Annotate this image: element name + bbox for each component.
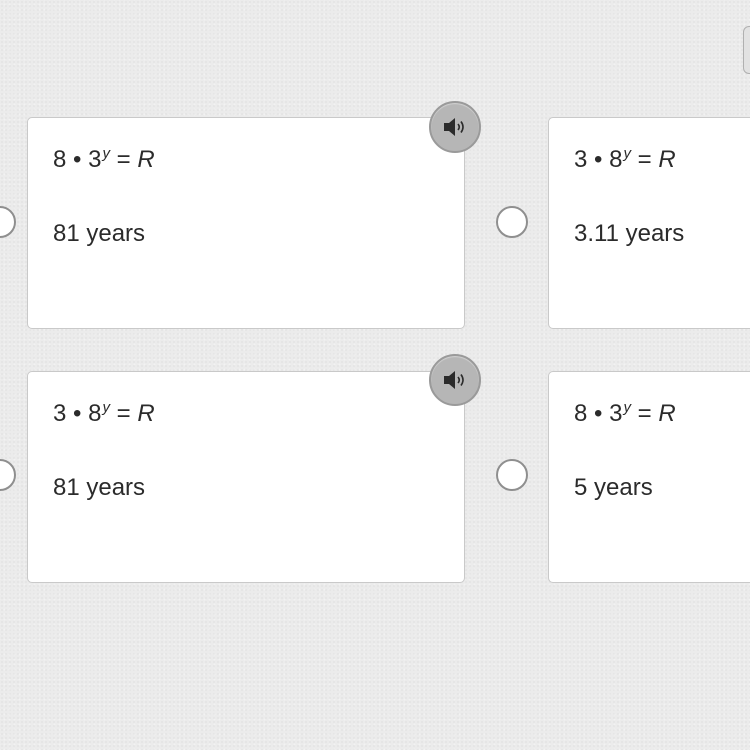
option-4-answer: 5 years	[574, 474, 653, 501]
speaker-icon	[444, 371, 464, 389]
option-3-equation: 3 • 8y = R	[53, 399, 155, 431]
exponent: y	[623, 399, 631, 416]
option-4-card[interactable]: 8 • 3y = R 5 years	[548, 371, 750, 583]
operator: •	[66, 400, 89, 427]
top-right-button[interactable]	[743, 26, 750, 74]
coefficient: 3	[53, 400, 67, 427]
option-3-card[interactable]: 3 • 8y = R 81 years	[27, 371, 465, 583]
equals-sign: =	[630, 400, 659, 427]
option-1-audio-button[interactable]	[429, 101, 481, 153]
coefficient: 8	[53, 146, 67, 173]
option-2-equation: 3 • 8y = R	[574, 145, 676, 177]
base: 8	[609, 146, 623, 173]
option-1-answer: 81 years	[53, 220, 146, 247]
option-2-radio[interactable]	[496, 206, 528, 238]
operator: •	[587, 146, 610, 173]
option-3-audio-button[interactable]	[429, 354, 481, 406]
speaker-icon	[444, 118, 464, 136]
option-1-card[interactable]: 8 • 3y = R 81 years	[27, 117, 465, 329]
rhs-variable: R	[137, 400, 155, 427]
rhs-variable: R	[658, 146, 676, 173]
option-1-radio[interactable]	[0, 206, 16, 238]
base: 3	[88, 146, 102, 173]
base: 8	[88, 400, 102, 427]
exponent: y	[102, 145, 110, 162]
option-3-radio[interactable]	[0, 459, 16, 491]
option-4-radio[interactable]	[496, 459, 528, 491]
option-2-answer: 3.11 years	[574, 220, 685, 247]
option-2-card[interactable]: 3 • 8y = R 3.11 years	[548, 117, 750, 329]
exponent: y	[102, 399, 110, 416]
equals-sign: =	[109, 146, 138, 173]
equals-sign: =	[109, 400, 138, 427]
rhs-variable: R	[137, 146, 155, 173]
rhs-variable: R	[658, 400, 676, 427]
operator: •	[66, 146, 89, 173]
option-4-equation: 8 • 3y = R	[574, 399, 676, 431]
equals-sign: =	[630, 146, 659, 173]
base: 3	[609, 400, 623, 427]
option-1-equation: 8 • 3y = R	[53, 145, 155, 177]
coefficient: 8	[574, 400, 588, 427]
option-3-answer: 81 years	[53, 474, 146, 501]
exponent: y	[623, 145, 631, 162]
operator: •	[587, 400, 610, 427]
coefficient: 3	[574, 146, 588, 173]
